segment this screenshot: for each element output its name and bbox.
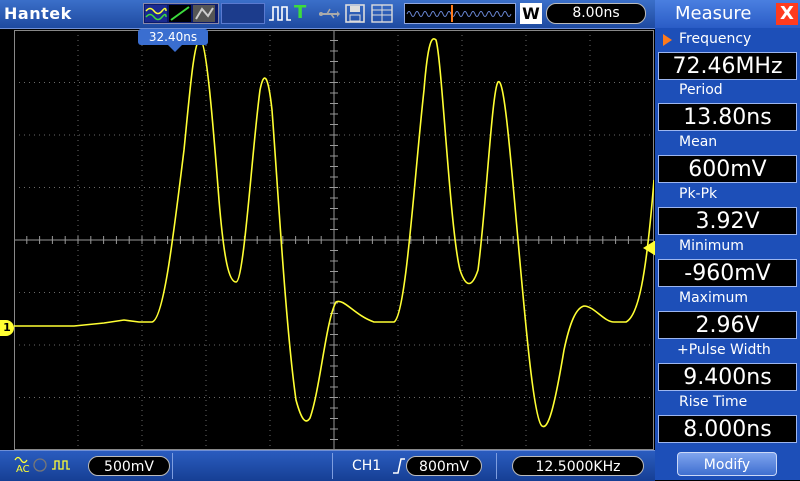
- measure-label-mean[interactable]: Mean: [655, 132, 800, 152]
- measure-value-period: 13.80ns: [658, 103, 797, 131]
- measure-value-frequency: 72.46MHz: [658, 52, 797, 80]
- measure-label-rise-time[interactable]: Rise Time: [655, 392, 800, 412]
- bottom-status-bar: AC 500mV CH1 800mV 12.5000KHz: [0, 450, 655, 481]
- memory-position-strip[interactable]: [404, 3, 516, 24]
- divider: [172, 453, 173, 479]
- ch1-level-marker[interactable]: 1: [0, 320, 14, 336]
- trigger-frequency-readout: 12.5000KHz: [512, 456, 644, 476]
- trigger-mode-icon[interactable]: T: [294, 2, 314, 23]
- coupling-indicator[interactable]: AC: [14, 455, 74, 478]
- divider: [332, 453, 333, 479]
- measure-label-pkpk[interactable]: Pk-Pk: [655, 184, 800, 204]
- status-blank-box: [221, 3, 265, 24]
- modify-button[interactable]: Modify: [677, 452, 777, 476]
- measure-label-pulse-width[interactable]: +Pulse Width: [655, 340, 800, 360]
- measure-value-rise-time: 8.000ns: [658, 415, 797, 443]
- measure-panel-title: Measure: [675, 3, 752, 24]
- trigger-level-readout[interactable]: 800mV: [406, 456, 482, 476]
- top-toolbar: Hantek T W 8.00ns: [0, 0, 655, 29]
- save-icon[interactable]: [344, 3, 366, 24]
- measure-value-pkpk: 3.92V: [658, 207, 797, 235]
- measure-panel-header: Measure X: [655, 0, 800, 28]
- divider: [496, 453, 497, 479]
- waveform-display[interactable]: [13, 29, 655, 451]
- coupling-label: AC: [16, 464, 30, 475]
- measure-value-maximum: 2.96V: [658, 311, 797, 339]
- time-cursor-label[interactable]: 32.40ns: [138, 29, 208, 45]
- display-grid-icon[interactable]: [370, 3, 394, 24]
- ch1-volts-div[interactable]: 500mV: [88, 456, 170, 476]
- measure-panel: Measure X Frequency 72.46MHz Period 13.8…: [655, 0, 800, 480]
- trigger-source-label: CH1: [352, 458, 382, 474]
- timebase-readout[interactable]: 8.00ns: [546, 3, 646, 24]
- measure-label-period[interactable]: Period: [655, 80, 800, 100]
- measure-value-mean: 600mV: [658, 155, 797, 183]
- graticule: [13, 29, 655, 451]
- measure-label-maximum[interactable]: Maximum: [655, 288, 800, 308]
- measure-value-pulse-width: 9.400ns: [658, 363, 797, 391]
- measure-label-minimum[interactable]: Minimum: [655, 236, 800, 256]
- measure-label-frequency[interactable]: Frequency: [655, 29, 800, 49]
- pulse-icon[interactable]: [268, 3, 292, 24]
- window-zoom-button[interactable]: W: [520, 3, 542, 24]
- brand-logo: Hantek: [4, 4, 72, 23]
- usb-icon: [317, 3, 341, 24]
- time-cursor-arrow-icon: [168, 45, 182, 52]
- waveform-icons-group[interactable]: [143, 3, 219, 24]
- rising-edge-icon: [392, 457, 406, 479]
- measure-value-minimum: -960mV: [658, 259, 797, 287]
- close-button[interactable]: X: [776, 3, 798, 25]
